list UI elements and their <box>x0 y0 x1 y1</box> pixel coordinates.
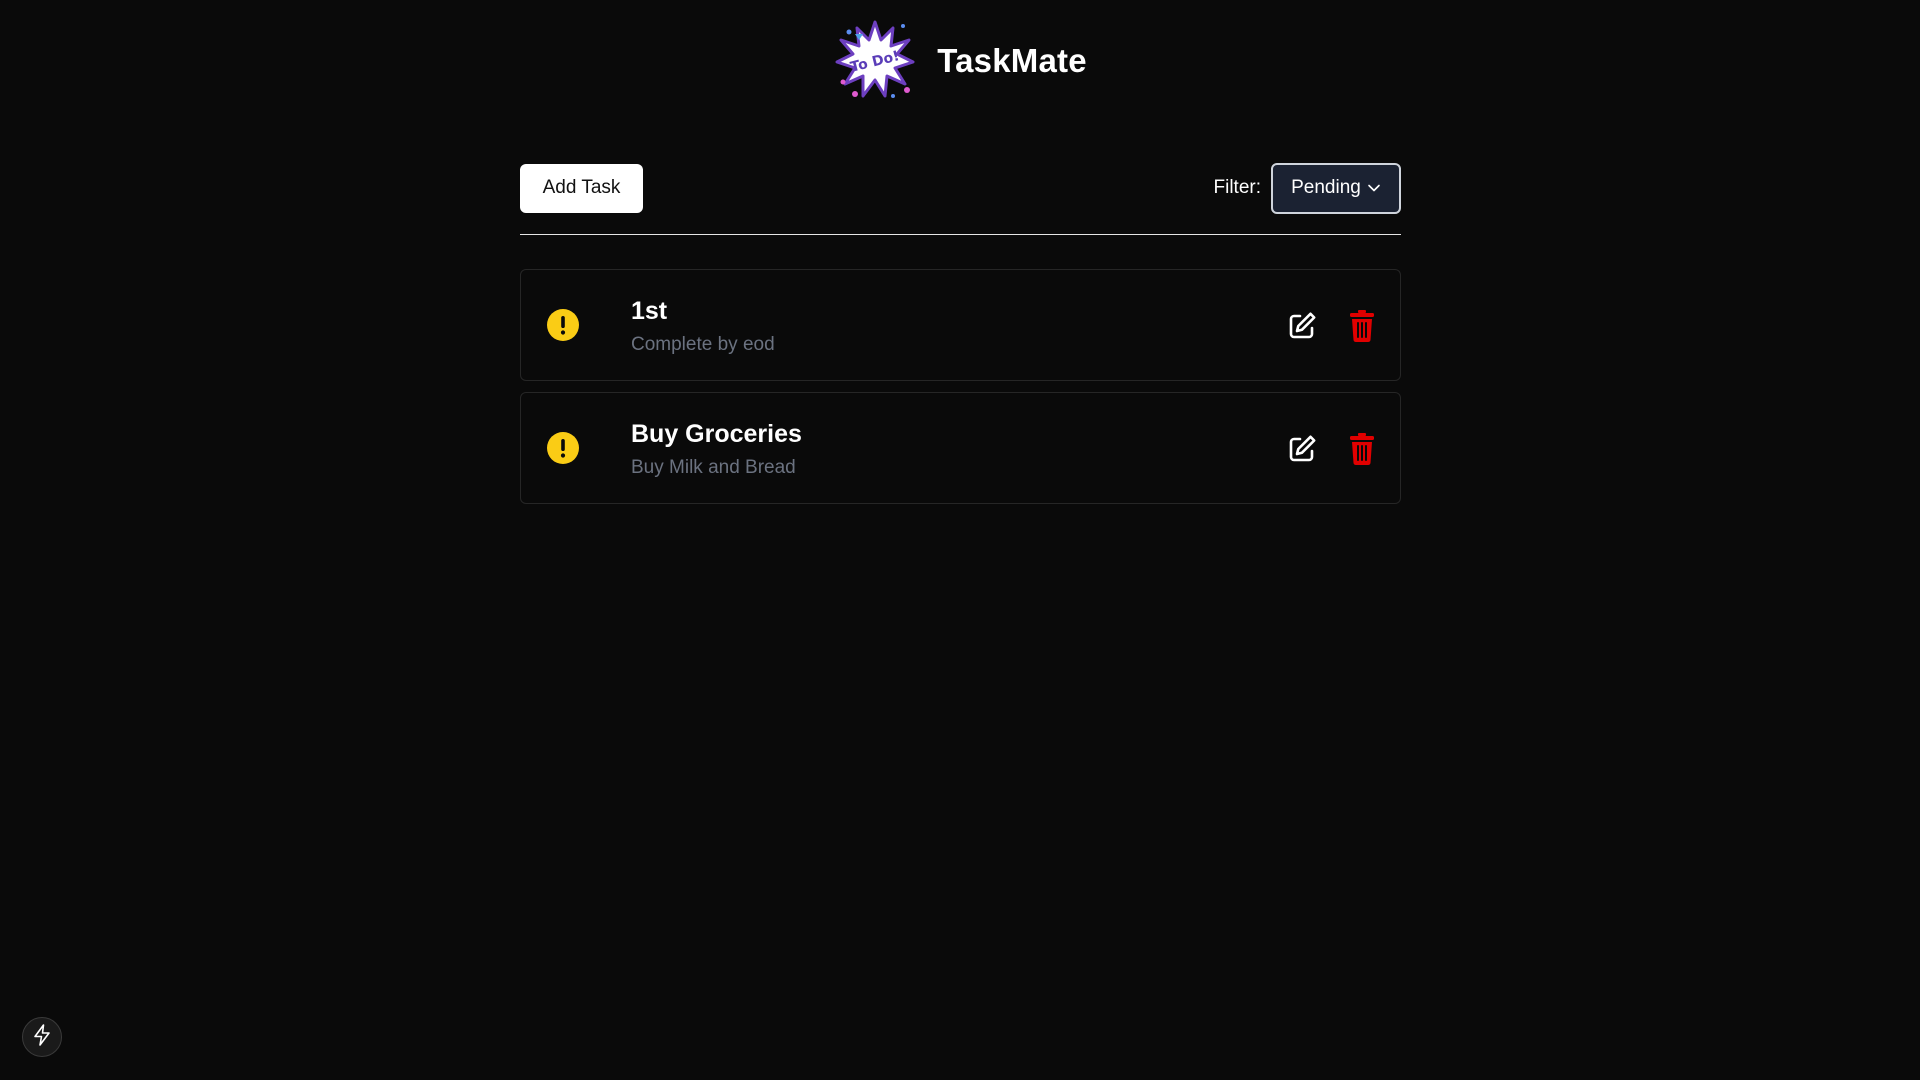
edit-icon[interactable] <box>1286 310 1318 342</box>
edit-icon[interactable] <box>1286 433 1318 465</box>
task-text: 1st Complete by eod <box>631 296 775 356</box>
task-title: Buy Groceries <box>631 420 802 448</box>
add-task-button[interactable]: Add Task <box>520 163 643 213</box>
toolbar: Add Task Filter: Pending <box>520 162 1401 214</box>
taskmate-page: To Do! TaskMate Add Task Filter: Pending <box>0 0 1920 1080</box>
exclamation-circle-icon <box>547 432 579 464</box>
task-description: Complete by eod <box>631 334 775 355</box>
filter-selected-value: Pending <box>1291 177 1361 198</box>
trash-icon[interactable] <box>1349 309 1375 343</box>
task-description: Buy Milk and Bread <box>631 457 796 478</box>
bolt-icon <box>32 1023 52 1051</box>
exclamation-circle-icon <box>547 309 579 341</box>
task-title: 1st <box>631 297 668 325</box>
todo-logo: To Do! <box>833 18 917 102</box>
trash-icon[interactable] <box>1349 432 1375 466</box>
task-text: Buy Groceries Buy Milk and Bread <box>631 419 802 479</box>
app-title: TaskMate <box>937 42 1087 79</box>
chevron-down-icon <box>1367 181 1381 195</box>
app-header: To Do! TaskMate <box>0 18 1920 102</box>
toolbar-divider <box>520 234 1401 235</box>
task-card: Buy Groceries Buy Milk and Bread <box>520 392 1401 504</box>
filter-group: Filter: Pending <box>1213 162 1401 214</box>
filter-select[interactable]: Pending <box>1271 162 1401 214</box>
task-card: 1st Complete by eod <box>520 269 1401 381</box>
task-list: 1st Complete by eod Buy Groceries Buy Mi… <box>520 269 1401 515</box>
filter-label: Filter: <box>1213 177 1262 198</box>
bolt-button[interactable] <box>22 1017 62 1057</box>
